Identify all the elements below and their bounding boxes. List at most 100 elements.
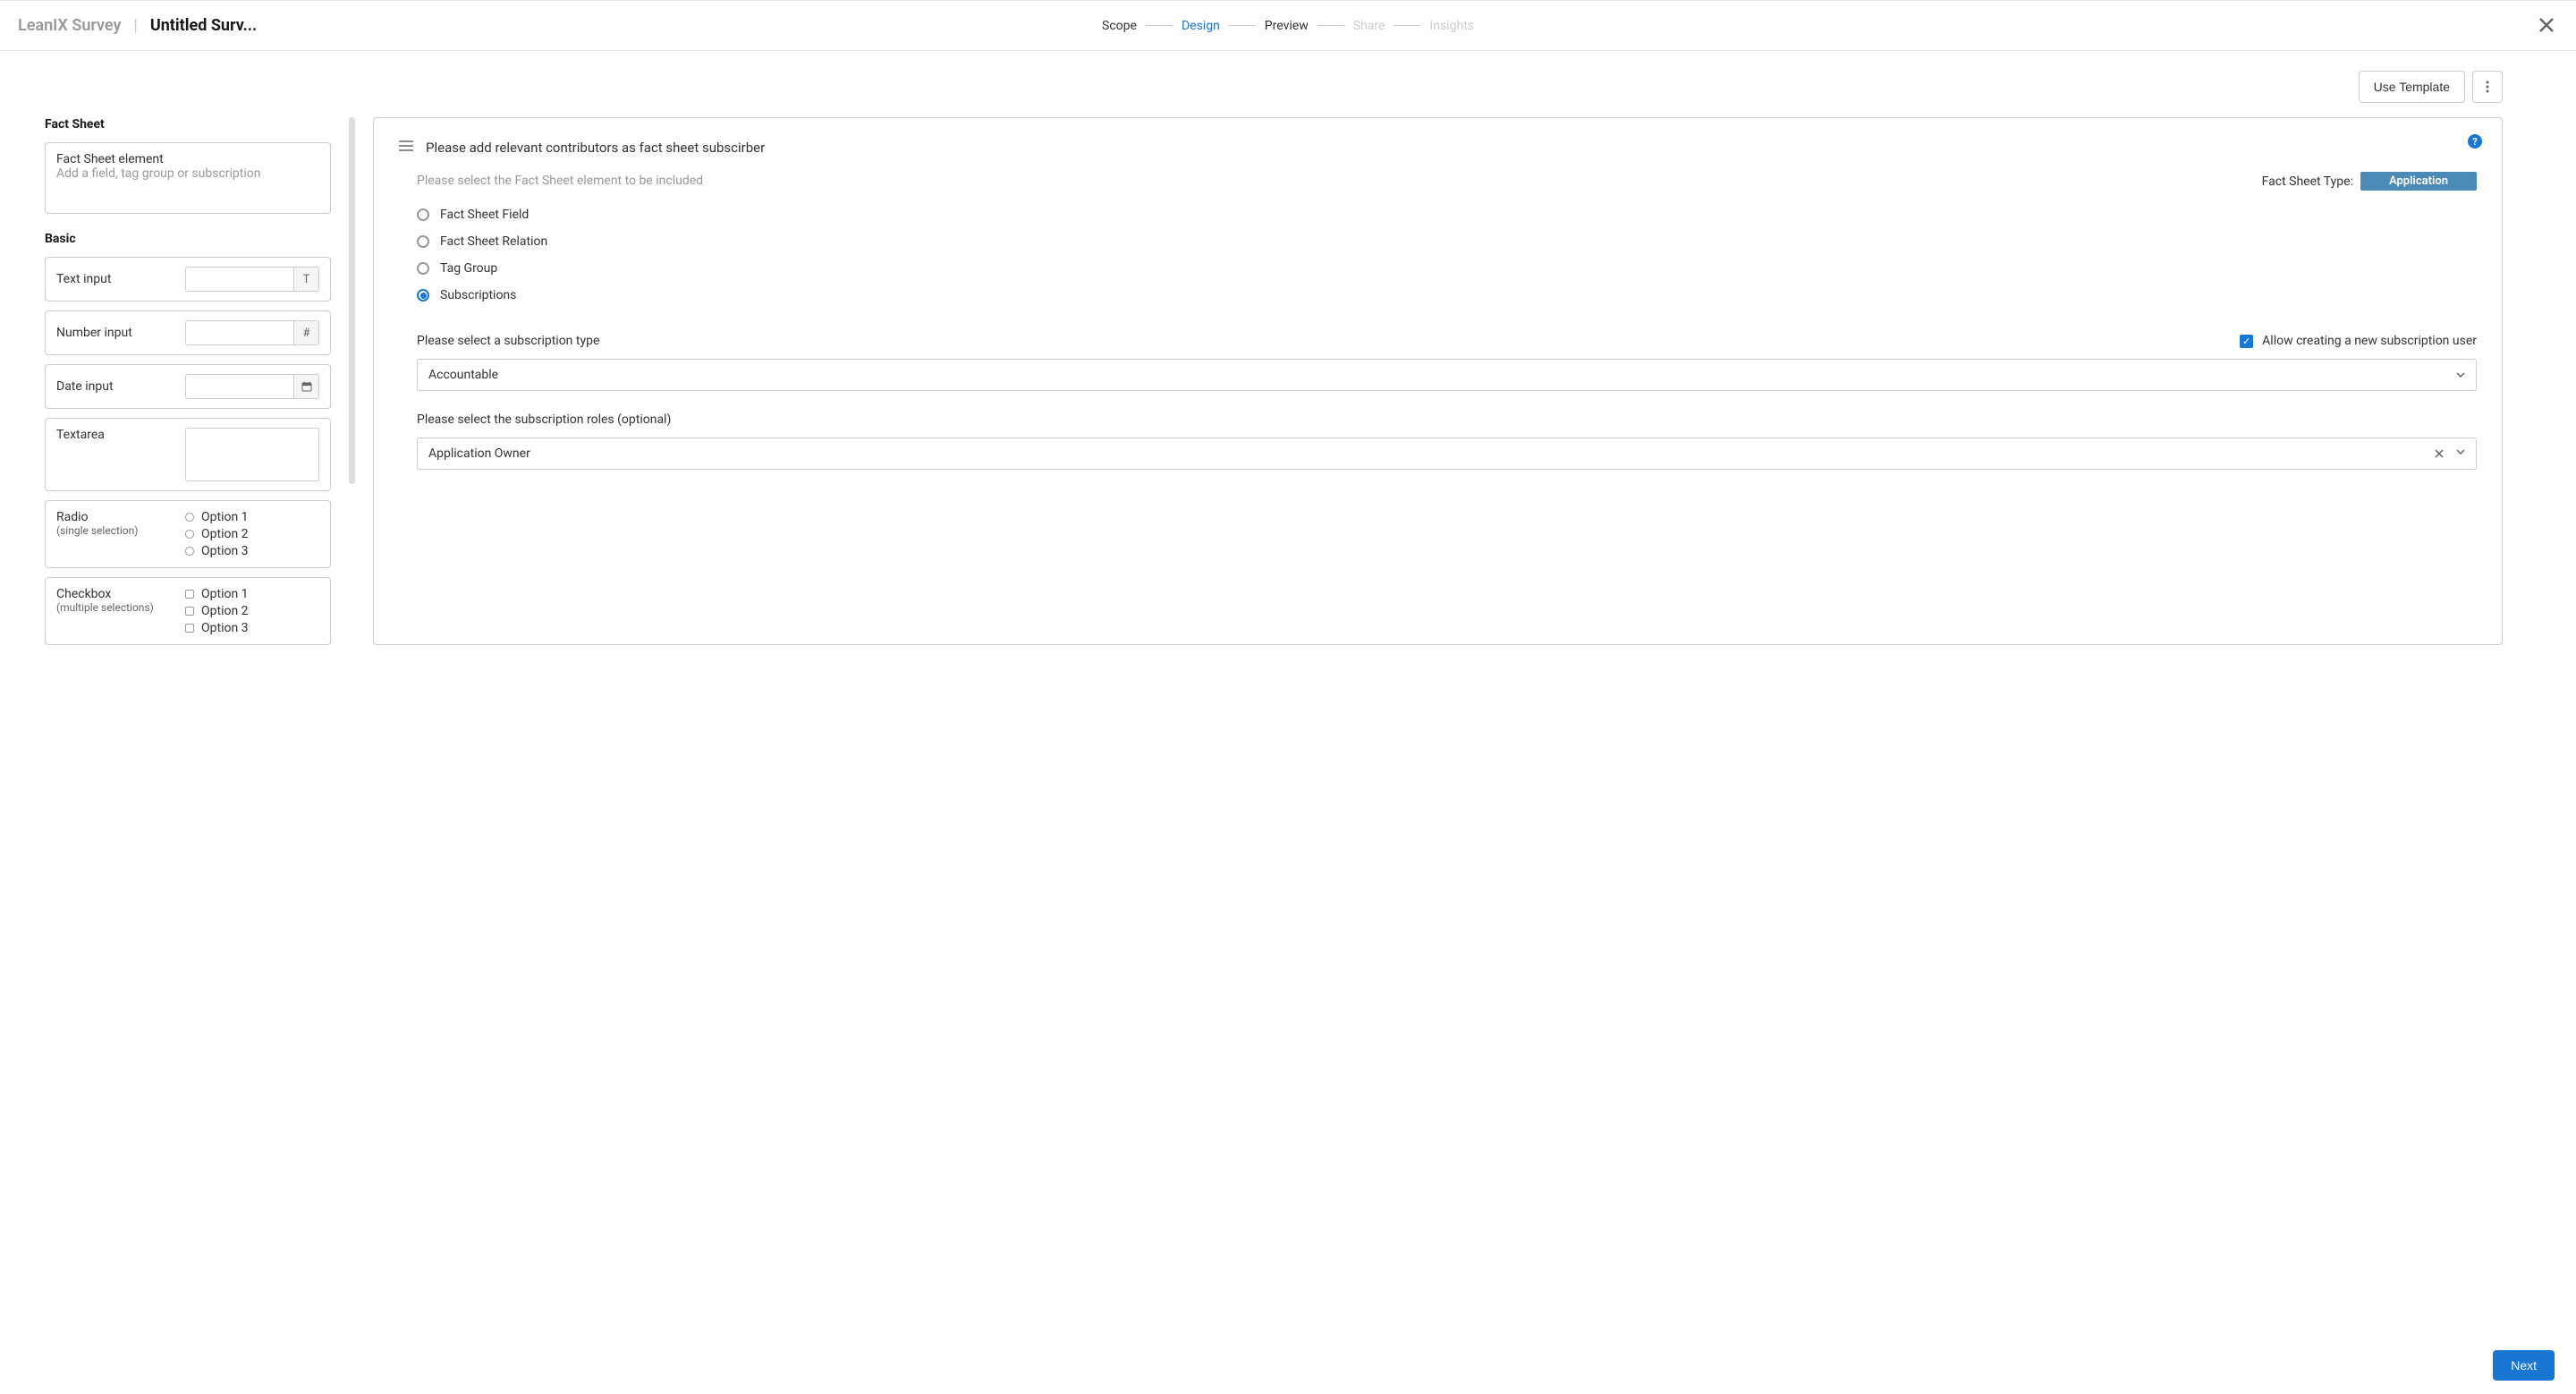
radio-option: Option 3 xyxy=(201,544,249,558)
section-basic: Basic xyxy=(45,232,331,246)
radio-label: Radio xyxy=(56,510,176,524)
fact-sheet-title: Fact Sheet element xyxy=(56,152,319,166)
radio-subscriptions[interactable]: Subscriptions xyxy=(417,282,2477,309)
element-radio-group: Fact Sheet Field Fact Sheet Relation Tag… xyxy=(399,201,2477,309)
survey-title[interactable]: Untitled Surv... xyxy=(150,16,257,35)
step-scope[interactable]: Scope xyxy=(1102,19,1137,33)
footer: Next xyxy=(2471,1337,2576,1394)
number-input-preview: # xyxy=(185,320,319,345)
chevron-down-icon xyxy=(2456,449,2465,455)
checkbox-checked-icon: ✓ xyxy=(2240,335,2253,348)
number-input-label: Number input xyxy=(56,326,176,340)
question-text[interactable]: Please add relevant contributors as fact… xyxy=(426,140,765,156)
mini-input xyxy=(185,267,294,292)
next-button[interactable]: Next xyxy=(2493,1350,2555,1381)
number-addon-icon: # xyxy=(294,320,319,345)
palette-date-input[interactable]: Date input xyxy=(45,364,331,409)
date-input-preview xyxy=(185,374,319,399)
breadcrumb-separator xyxy=(1318,25,1344,26)
drag-handle-icon[interactable] xyxy=(399,140,413,155)
textarea-preview xyxy=(185,428,319,481)
allow-new-user-checkbox[interactable]: ✓ Allow creating a new subscription user xyxy=(2240,334,2477,348)
checkbox-option: Option 2 xyxy=(201,604,249,618)
radio-icon xyxy=(185,530,194,539)
palette-sidebar: Fact Sheet Fact Sheet element Add a fiel… xyxy=(45,117,331,645)
element-hint: Please select the Fact Sheet element to … xyxy=(417,174,703,188)
fs-type-badge[interactable]: Application xyxy=(2360,172,2477,191)
palette-checkbox[interactable]: Checkbox (multiple selections) Option 1 … xyxy=(45,577,331,645)
radio-icon xyxy=(417,235,429,248)
fs-type-label: Fact Sheet Type: xyxy=(2262,174,2353,189)
breadcrumb-separator xyxy=(1394,25,1420,26)
step-insights: Insights xyxy=(1429,19,1474,33)
radio-sublabel: (single selection) xyxy=(56,524,176,537)
radio-label: Fact Sheet Relation xyxy=(440,234,547,249)
text-addon-icon: T xyxy=(294,267,319,292)
step-share: Share xyxy=(1353,19,1385,33)
radio-label: Fact Sheet Field xyxy=(440,208,529,222)
radio-fact-sheet-relation[interactable]: Fact Sheet Relation xyxy=(417,228,2477,255)
radio-icon xyxy=(417,262,429,275)
radio-label: Tag Group xyxy=(440,261,497,276)
breadcrumb-separator xyxy=(1146,25,1173,26)
checkbox-icon xyxy=(185,590,194,599)
main-content: Fact Sheet Fact Sheet element Add a fiel… xyxy=(0,103,2576,663)
use-template-button[interactable]: Use Template xyxy=(2359,71,2465,103)
radio-option: Option 1 xyxy=(201,510,249,524)
palette-textarea[interactable]: Textarea xyxy=(45,418,331,491)
checkbox-option: Option 3 xyxy=(201,621,249,635)
chevron-down-icon xyxy=(2456,372,2465,378)
text-input-preview: T xyxy=(185,267,319,292)
checkbox-sublabel: (multiple selections) xyxy=(56,601,176,614)
more-options-button[interactable] xyxy=(2472,71,2503,103)
roles-select[interactable]: Application Owner xyxy=(417,438,2477,470)
editor-header: Please add relevant contributors as fact… xyxy=(399,140,2477,156)
palette-text-input[interactable]: Text input T xyxy=(45,257,331,302)
scrollbar-thumb[interactable] xyxy=(349,117,355,484)
date-input-label: Date input xyxy=(56,379,176,394)
toolbar: Use Template xyxy=(0,51,2576,103)
fact-sheet-subtitle: Add a field, tag group or subscription xyxy=(56,166,319,181)
radio-label: Subscriptions xyxy=(440,288,516,302)
more-vertical-icon xyxy=(2486,81,2489,93)
mini-input xyxy=(185,374,294,399)
step-design[interactable]: Design xyxy=(1182,19,1220,33)
checkbox-icon xyxy=(185,607,194,616)
radio-icon xyxy=(417,208,429,221)
radio-tag-group[interactable]: Tag Group xyxy=(417,255,2477,282)
divider: | xyxy=(133,16,137,35)
palette-radio[interactable]: Radio (single selection) Option 1 Option… xyxy=(45,500,331,568)
header: LeanIX Survey | Untitled Surv... Scope D… xyxy=(0,0,2576,51)
subscription-type-value: Accountable xyxy=(428,368,498,382)
breadcrumb-separator xyxy=(1229,25,1256,26)
palette-fact-sheet-element[interactable]: Fact Sheet element Add a field, tag grou… xyxy=(45,142,331,214)
radio-option: Option 2 xyxy=(201,527,249,541)
close-icon[interactable] xyxy=(2535,10,2558,42)
radio-icon xyxy=(185,547,194,556)
checkbox-label: Checkbox xyxy=(56,587,176,601)
palette-number-input[interactable]: Number input # xyxy=(45,310,331,355)
clear-icon[interactable] xyxy=(2435,449,2444,458)
calendar-icon xyxy=(294,374,319,399)
editor-panel: ? Please add relevant contributors as fa… xyxy=(373,117,2503,645)
radio-icon xyxy=(417,289,429,302)
textarea-label: Textarea xyxy=(56,428,176,442)
checkbox-icon xyxy=(185,624,194,633)
brand-label: LeanIX Survey xyxy=(18,16,121,35)
text-input-label: Text input xyxy=(56,272,176,286)
help-icon[interactable]: ? xyxy=(2468,134,2482,149)
roles-label: Please select the subscription roles (op… xyxy=(417,412,2477,427)
subscription-type-select[interactable]: Accountable xyxy=(417,359,2477,391)
mini-input xyxy=(185,320,294,345)
step-preview[interactable]: Preview xyxy=(1265,19,1309,33)
allow-new-user-label: Allow creating a new subscription user xyxy=(2262,334,2477,348)
section-fact-sheet: Fact Sheet xyxy=(45,117,331,132)
subscription-type-label: Please select a subscription type xyxy=(417,334,599,348)
checkbox-option: Option 1 xyxy=(201,587,249,601)
roles-value: Application Owner xyxy=(428,446,530,461)
radio-fact-sheet-field[interactable]: Fact Sheet Field xyxy=(417,201,2477,228)
radio-icon xyxy=(185,513,194,522)
sidebar-scrollbar[interactable] xyxy=(349,117,355,645)
header-left: LeanIX Survey | Untitled Surv... xyxy=(18,16,257,35)
breadcrumb: Scope Design Preview Share Insights xyxy=(1102,19,1474,33)
